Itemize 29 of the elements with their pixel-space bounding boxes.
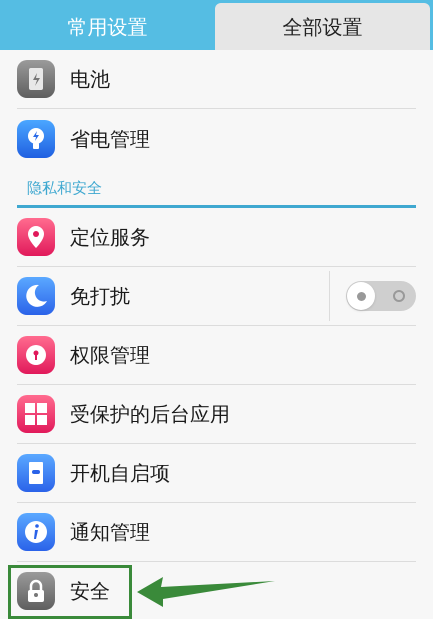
- settings-row[interactable]: 权限管理: [17, 326, 416, 385]
- battery-icon: [17, 60, 55, 98]
- info-icon: [17, 513, 55, 551]
- grid-icon: [17, 395, 55, 433]
- lock-icon: [17, 572, 55, 610]
- row-label: 安全: [70, 578, 110, 605]
- settings-row[interactable]: 开机自启项: [17, 444, 416, 503]
- toggle-switch[interactable]: [346, 281, 416, 311]
- location-pin-icon: [17, 218, 55, 256]
- row-label: 免打扰: [70, 283, 130, 310]
- settings-row[interactable]: 电池: [17, 50, 416, 109]
- row-label: 开机自启项: [70, 460, 170, 487]
- bulb-icon: [17, 120, 55, 158]
- moon-icon: [17, 277, 55, 315]
- tab[interactable]: 全部设置: [215, 3, 430, 50]
- settings-row[interactable]: 受保护的后台应用: [17, 385, 416, 444]
- row-label: 省电管理: [70, 126, 150, 152]
- row-label: 受保护的后台应用: [70, 401, 230, 428]
- keyhole-icon: [17, 336, 55, 374]
- section-header: 隐私和安全: [26, 178, 103, 198]
- settings-row[interactable]: 免打扰: [17, 267, 416, 326]
- row-label: 通知管理: [70, 519, 150, 546]
- door-icon: [17, 454, 55, 492]
- row-label: 定位服务: [70, 224, 150, 251]
- settings-row[interactable]: 定位服务: [17, 208, 416, 267]
- settings-row[interactable]: 省电管理: [17, 109, 416, 168]
- row-label: 电池: [70, 66, 110, 93]
- settings-row[interactable]: 通知管理: [17, 503, 416, 562]
- row-label: 权限管理: [70, 342, 150, 369]
